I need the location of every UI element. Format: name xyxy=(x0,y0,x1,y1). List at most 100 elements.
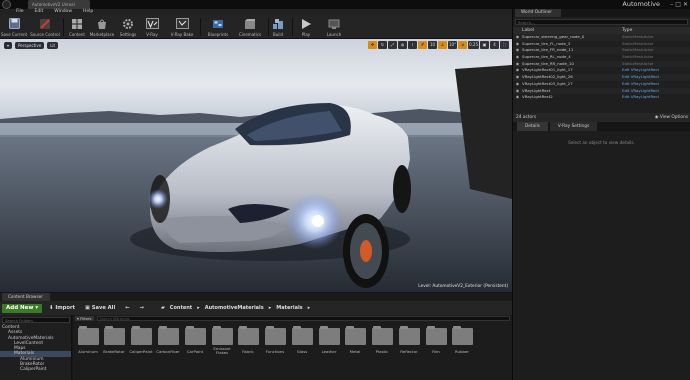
world-outliner-titlebar: World Outliner xyxy=(513,9,690,17)
folder-tile[interactable]: Glass xyxy=(291,326,313,354)
eye-icon[interactable]: ◉ xyxy=(513,74,522,81)
translate-tool-icon[interactable]: ✥ xyxy=(368,41,377,49)
edit-actor-link[interactable]: Edit VRayLightRect xyxy=(622,67,659,74)
viewport-menu-button[interactable]: ▾ xyxy=(4,42,13,49)
folder-tile[interactable]: Metal xyxy=(344,326,366,354)
breadcrumb-materials[interactable]: Materials xyxy=(276,305,302,311)
folder-search-input[interactable]: Search Folders xyxy=(2,317,70,323)
toolbar-divider xyxy=(200,18,201,36)
outliner-col-label[interactable]: Label xyxy=(522,27,622,34)
edit-actor-link[interactable]: Edit VRayLightRect xyxy=(622,81,659,88)
world-outliner-tab[interactable]: World Outliner xyxy=(515,9,561,17)
table-row[interactable]: ◉ Supercar_tire_RL_node_4 StaticMeshActor xyxy=(513,54,690,61)
eye-icon[interactable]: ◉ xyxy=(513,94,522,101)
vray-button[interactable]: V-Ray xyxy=(142,15,162,39)
history-back-icon[interactable]: ← xyxy=(122,304,132,313)
rotation-snap-value[interactable]: 10° xyxy=(448,41,458,49)
folder-tile[interactable]: Emissive Flakes xyxy=(211,326,233,356)
scale-snap-icon[interactable]: ⇲ xyxy=(458,41,468,49)
folder-tile[interactable]: BrakeRotor xyxy=(103,326,125,354)
folder-tile[interactable]: Plastic xyxy=(371,326,393,354)
table-row[interactable]: ◉ Supercar_tire_FR_node_11 StaticMeshActor xyxy=(513,47,690,55)
save-all-button[interactable]: ▣ Save All xyxy=(82,304,118,313)
cinematics-button[interactable]: Cinematics xyxy=(235,15,265,39)
vray-bake-button[interactable]: V-Ray Bake xyxy=(168,15,196,39)
edit-actor-link[interactable]: Edit VRayLightRect xyxy=(622,88,659,95)
table-row[interactable]: ◉ VRayLightRect02_light_26 Edit VRayLightR… xyxy=(513,74,690,81)
details-panel: Details V-Ray Settings Select an object … xyxy=(512,122,690,380)
folder-tile[interactable]: CarPaint xyxy=(184,326,206,354)
scale-snap-value[interactable]: 0.25 xyxy=(468,41,479,49)
tab-details[interactable]: Details xyxy=(517,122,548,131)
maximize-viewport-icon[interactable]: ⛶ xyxy=(500,41,509,49)
folder-tile[interactable]: Rim xyxy=(425,326,447,354)
build-icon xyxy=(271,17,286,30)
source-control-button[interactable]: Source Control xyxy=(30,15,60,39)
world-space-icon[interactable]: ◍ xyxy=(398,41,407,49)
table-row[interactable]: ◉ VRayLightRect2 Edit VRayLightRect xyxy=(513,94,690,101)
content-browser-tab[interactable]: Content Browser xyxy=(2,293,50,301)
play-button[interactable]: Play xyxy=(296,15,316,39)
eye-icon[interactable]: ◉ xyxy=(513,34,522,41)
folder-icon: ▰ xyxy=(160,305,165,311)
table-row[interactable]: ◉ Supercar_steering_gear_node_0 StaticMesh… xyxy=(513,34,690,41)
add-new-button[interactable]: Add New ▾ xyxy=(2,303,43,313)
eye-icon[interactable]: ◉ xyxy=(513,88,522,95)
eye-icon[interactable]: ◉ xyxy=(513,61,522,68)
eye-icon[interactable]: ◉ xyxy=(513,47,522,54)
folder-tile[interactable]: Aluminum xyxy=(77,326,99,354)
settings-button[interactable]: Settings xyxy=(117,15,139,39)
save-all-icon: ▣ xyxy=(84,304,90,311)
rotation-snap-icon[interactable]: ∠ xyxy=(438,41,447,49)
table-row[interactable]: ◉ Supercar_tire_FL_node_3 StaticMeshActor xyxy=(513,41,690,48)
folder-tile[interactable]: CarbonFiber xyxy=(156,326,180,354)
minimize-icon[interactable]: – xyxy=(670,0,673,9)
breadcrumb-automotive-materials[interactable]: AutomotiveMaterials xyxy=(205,305,264,311)
table-row[interactable]: ◉ VRayLightRect Edit VRayLightRect xyxy=(513,87,690,95)
folder-tile[interactable]: CaliperPaint xyxy=(129,326,153,354)
asset-search-input[interactable]: Search Materials xyxy=(96,316,510,321)
save-current-button[interactable]: Save Current xyxy=(1,15,27,39)
maximize-icon[interactable]: □ xyxy=(675,0,681,9)
history-forward-icon[interactable]: → xyxy=(137,304,147,313)
rotate-tool-icon[interactable]: ↻ xyxy=(378,41,387,49)
grid-snap-icon[interactable]: # xyxy=(418,41,427,49)
eye-icon[interactable]: ◉ xyxy=(513,81,522,88)
edit-actor-link[interactable]: Edit VRayLightRect xyxy=(622,74,659,81)
table-row[interactable]: ◉ VRayLightRect01_light_17 Edit VRayLightR… xyxy=(513,67,690,74)
folder-tile[interactable]: Reflector xyxy=(398,326,420,354)
build-button[interactable]: Build xyxy=(270,15,286,39)
marketplace-button[interactable]: Marketplace xyxy=(89,15,115,39)
tree-item-caliper-paint[interactable]: CaliperPaint xyxy=(0,367,71,372)
breadcrumb-content[interactable]: Content xyxy=(170,305,192,311)
edit-actor-link[interactable]: Edit VRayLightRect xyxy=(622,94,659,101)
content-button[interactable]: Content xyxy=(66,15,88,39)
level-tab[interactable]: AutomotiveV2 Unreal xyxy=(28,0,90,9)
blueprints-button[interactable]: Blueprints xyxy=(204,15,232,39)
folder-tile[interactable]: Functions xyxy=(264,326,286,354)
surface-snap-icon[interactable]: ⌇ xyxy=(408,41,417,49)
level-viewport[interactable]: ▾ Perspective Lit ✥ ↻ ⤢ ◍ ⌇ # 10 ∠ 10° ⇲… xyxy=(0,39,512,292)
lit-button[interactable]: Lit xyxy=(47,42,59,49)
grid-size-value[interactable]: 10 xyxy=(428,41,437,49)
eye-icon[interactable]: ◉ xyxy=(513,54,522,61)
scale-tool-icon[interactable]: ⤢ xyxy=(388,41,397,49)
eye-icon[interactable]: ◉ xyxy=(513,41,522,48)
outliner-search-input[interactable]: Search... xyxy=(515,19,688,25)
table-row[interactable]: ◉ Supercar_tire_RR_node_10 StaticMeshActor xyxy=(513,60,690,68)
launch-button[interactable]: Launch xyxy=(324,15,344,39)
camera-speed-icon[interactable]: ▣ xyxy=(480,41,489,49)
close-icon[interactable]: ✕ xyxy=(683,0,688,9)
eye-icon[interactable]: ◉ xyxy=(513,67,522,74)
table-row[interactable]: ◉ VRayLightRect03_light_27 Edit VRayLightR… xyxy=(513,81,690,88)
outliner-col-type[interactable]: Type xyxy=(622,27,632,34)
folder-tile[interactable]: Fabric xyxy=(237,326,259,354)
perspective-button[interactable]: Perspective xyxy=(15,42,45,49)
view-options-button[interactable]: ◉ View Options xyxy=(655,113,688,122)
camera-speed-value[interactable]: 4 xyxy=(490,41,499,49)
filters-button[interactable]: ▾ Filters xyxy=(75,316,94,321)
folder-tile[interactable]: Rubber xyxy=(451,326,473,354)
tab-vray-settings[interactable]: V-Ray Settings xyxy=(549,122,598,131)
folder-tile[interactable]: Leather xyxy=(318,326,340,354)
import-button[interactable]: ⬇ Import xyxy=(46,304,78,313)
